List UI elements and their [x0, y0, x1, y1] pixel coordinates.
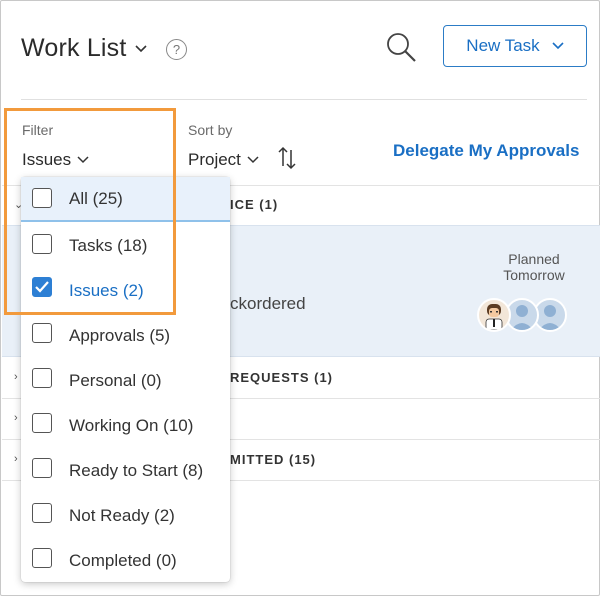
filter-dropdown[interactable]: Issues	[22, 150, 89, 170]
filter-value: Issues	[22, 150, 72, 169]
filter-option-label: Approvals (5)	[69, 325, 171, 345]
filter-option-label: Issues (2)	[69, 280, 144, 300]
delegate-approvals-link[interactable]: Delegate My Approvals	[393, 141, 579, 161]
planned-status: Planned Tomorrow	[479, 251, 589, 283]
planned-date: Tomorrow	[503, 267, 565, 283]
group-header-label: REQUESTS (1)	[230, 370, 334, 385]
planned-label: Planned	[508, 251, 560, 267]
user-placeholder-icon	[511, 305, 533, 330]
chevron-right-icon: ›	[14, 412, 19, 424]
checkbox[interactable]	[32, 234, 52, 254]
filter-option-working-on[interactable]: Working On (10)	[21, 403, 230, 448]
filter-option-not-ready[interactable]: Not Ready (2)	[21, 493, 230, 538]
new-task-button[interactable]: New Task	[443, 25, 587, 67]
filter-option-label: Completed (0)	[69, 550, 177, 570]
chevron-right-icon: ›	[14, 453, 19, 465]
assignee-avatars[interactable]	[477, 298, 573, 334]
filter-option-label: All (25)	[69, 188, 123, 208]
filter-option-personal[interactable]: Personal (0)	[21, 358, 230, 403]
work-list-panel: Work List ? New Task Filter Issues Sort …	[0, 0, 600, 596]
sort-direction-icon[interactable]	[277, 146, 297, 170]
checkbox[interactable]	[32, 413, 52, 433]
checkbox[interactable]	[32, 368, 52, 388]
chevron-down-icon	[77, 156, 89, 164]
page-title[interactable]: Work List	[21, 34, 147, 63]
filter-option-label: Tasks (18)	[69, 235, 148, 255]
filter-option-ready-to-start[interactable]: Ready to Start (8)	[21, 448, 230, 493]
sort-label: Sort by	[188, 122, 233, 138]
chevron-down-icon	[552, 42, 564, 50]
checkbox[interactable]	[32, 458, 52, 478]
filter-option-tasks[interactable]: Tasks (18)	[21, 223, 230, 268]
filter-option-label: Ready to Start (8)	[69, 460, 204, 480]
filter-option-label: Not Ready (2)	[69, 505, 175, 525]
group-header-label: MITTED (15)	[230, 452, 317, 467]
checkbox[interactable]	[32, 548, 52, 568]
checkmark-icon	[35, 281, 49, 293]
sort-dropdown[interactable]: Project	[188, 150, 259, 170]
filter-option-completed[interactable]: Completed (0)	[21, 538, 230, 583]
filter-option-label: Working On (10)	[69, 415, 194, 435]
checkbox-checked[interactable]	[32, 277, 52, 297]
filter-label: Filter	[22, 122, 54, 138]
checkbox[interactable]	[32, 188, 52, 208]
avatar	[477, 298, 511, 332]
user-placeholder-icon	[539, 305, 561, 330]
header-divider	[21, 99, 587, 100]
new-task-label: New Task	[466, 36, 540, 55]
help-icon[interactable]: ?	[166, 39, 187, 60]
task-title[interactable]: ckordered	[230, 294, 306, 314]
chevron-down-icon	[134, 44, 147, 52]
filter-option-approvals[interactable]: Approvals (5)	[21, 313, 230, 358]
search-icon[interactable]	[385, 31, 417, 63]
checkbox[interactable]	[32, 503, 52, 523]
group-header-label: ICE (1)	[230, 197, 279, 212]
chevron-down-icon	[247, 156, 259, 164]
page-title-text: Work List	[21, 34, 127, 62]
chevron-right-icon: ›	[14, 371, 19, 383]
filter-option-label: Personal (0)	[69, 370, 162, 390]
filter-menu: All (25) Tasks (18) Issues (2) Approvals…	[21, 177, 230, 582]
checkbox[interactable]	[32, 323, 52, 343]
filter-option-issues[interactable]: Issues (2)	[21, 268, 230, 313]
sort-value: Project	[188, 150, 241, 169]
person-avatar-icon	[485, 304, 503, 330]
filter-option-all[interactable]: All (25)	[21, 177, 230, 222]
